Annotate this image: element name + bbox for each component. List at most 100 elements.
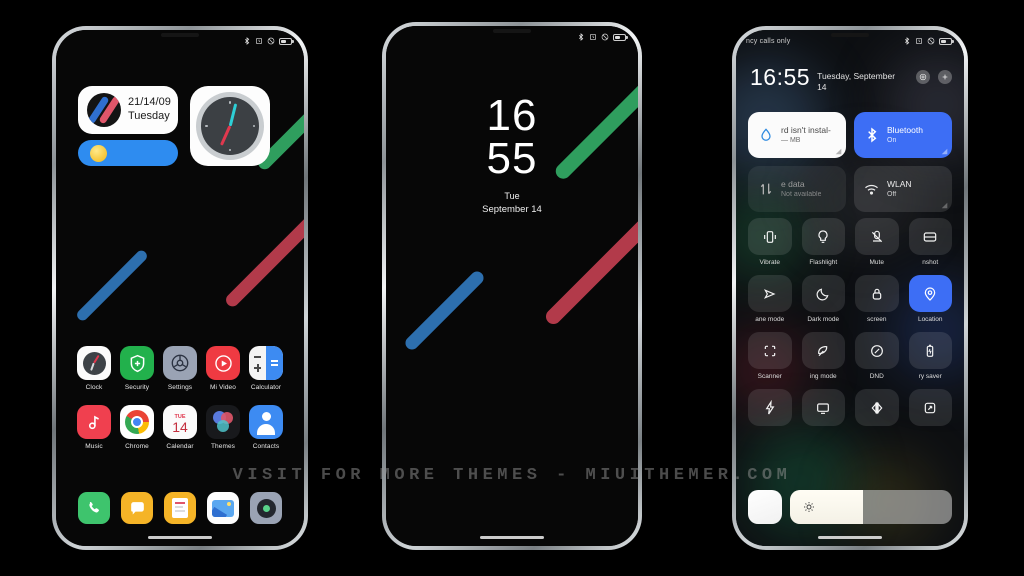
stripe-red bbox=[223, 193, 304, 310]
home-indicator[interactable] bbox=[818, 536, 882, 539]
data-drop-icon bbox=[757, 127, 774, 144]
app-music[interactable]: Music bbox=[77, 405, 111, 450]
app-themes[interactable]: Themes bbox=[206, 405, 240, 450]
phone-device-control-center: ncy calls only 16:55 Tuesday, September … bbox=[732, 26, 968, 550]
toggle-battery-saver[interactable]: ry saver bbox=[908, 332, 952, 380]
weather-widget[interactable] bbox=[78, 140, 178, 166]
toggle-airplane-mode[interactable]: ane mode bbox=[748, 275, 792, 323]
vibrate-icon bbox=[748, 218, 792, 255]
app-label: Chrome bbox=[125, 443, 149, 450]
gear-icon bbox=[163, 346, 197, 380]
phone2-screen: 16 55 Tue September 14 bbox=[386, 26, 638, 546]
tile-storage[interactable]: rd isn't instal- — MB bbox=[748, 112, 846, 158]
app-label: Settings bbox=[167, 384, 193, 391]
clock-icon bbox=[77, 346, 111, 380]
toggle-cast[interactable] bbox=[801, 389, 845, 430]
lockscreen-minutes: 55 bbox=[486, 134, 538, 184]
clock-dial bbox=[196, 92, 264, 160]
screenshot-stage: 21/14/09 Tuesday Clock Security Settings… bbox=[0, 0, 1024, 576]
sun-icon bbox=[804, 502, 814, 512]
settings-button[interactable] bbox=[916, 70, 930, 84]
lockscreen-weekday: Tue bbox=[504, 191, 520, 202]
app-chrome[interactable]: Chrome bbox=[120, 405, 154, 450]
toggle-rotate[interactable] bbox=[908, 389, 952, 430]
app-mi-video[interactable]: Mi Video bbox=[206, 346, 240, 391]
toggle-contrast[interactable] bbox=[855, 389, 899, 430]
sun-icon bbox=[90, 144, 107, 162]
phone-icon[interactable] bbox=[78, 492, 110, 524]
toggle-mute[interactable]: Mute bbox=[855, 218, 899, 266]
app-calculator[interactable]: Calculator bbox=[249, 346, 283, 391]
toggle-dnd[interactable]: DND bbox=[855, 332, 899, 380]
mute-icon bbox=[855, 218, 899, 255]
toggle-label: ry saver bbox=[918, 373, 942, 380]
widget-day: Tuesday bbox=[128, 110, 170, 122]
app-label: Music bbox=[85, 443, 103, 450]
cc-clock-row: 16:55 Tuesday, September 14 bbox=[750, 66, 952, 93]
app-label: Mi Video bbox=[210, 384, 236, 391]
lock-icon bbox=[855, 275, 899, 312]
control-center: 16:55 Tuesday, September 14 rd isn't ins… bbox=[736, 30, 964, 546]
contacts-icon bbox=[249, 405, 283, 439]
expand-corner-icon[interactable] bbox=[941, 148, 948, 155]
tile-bluetooth[interactable]: Bluetooth On bbox=[854, 112, 952, 158]
toggle-flashlight[interactable]: Flashlight bbox=[801, 218, 845, 266]
wifi-icon bbox=[863, 181, 880, 198]
app-contacts[interactable]: Contacts bbox=[249, 405, 283, 450]
app-label: Security bbox=[124, 384, 150, 391]
toggle-screenshot[interactable]: nshot bbox=[908, 218, 952, 266]
dock bbox=[56, 492, 304, 524]
phone3-screen: ncy calls only 16:55 Tuesday, September … bbox=[736, 30, 964, 546]
bolt-icon bbox=[748, 389, 792, 426]
stripe-blue bbox=[74, 248, 150, 323]
date-widget[interactable]: 21/14/09 Tuesday bbox=[78, 86, 178, 134]
message-icon[interactable] bbox=[121, 492, 153, 524]
notes-icon[interactable] bbox=[164, 492, 196, 524]
rotate-icon bbox=[908, 389, 952, 426]
volume-button[interactable] bbox=[748, 490, 782, 524]
expand-corner-icon[interactable] bbox=[835, 148, 842, 155]
gallery-icon[interactable] bbox=[207, 492, 239, 524]
add-button[interactable] bbox=[938, 70, 952, 84]
toggle-label: screen bbox=[866, 316, 887, 323]
analog-clock-widget[interactable] bbox=[190, 86, 270, 166]
toggle-vibrate[interactable]: Vibrate bbox=[748, 218, 792, 266]
app-clock[interactable]: Clock bbox=[77, 346, 111, 391]
cc-big-tiles: rd isn't instal- — MB Bluetooth On e dat… bbox=[748, 112, 952, 212]
stripe-blue bbox=[402, 268, 487, 353]
cc-slider-row bbox=[748, 490, 952, 524]
toggle-dark-mode[interactable]: Dark mode bbox=[801, 275, 845, 323]
toggle-lock-screen[interactable]: screen bbox=[855, 275, 899, 323]
tile-title: e data bbox=[781, 178, 805, 189]
calendar-icon: TUE 14 bbox=[163, 405, 197, 439]
flashlight-icon bbox=[801, 218, 845, 255]
app-row-1: Clock Security Settings Mi Video Calcula… bbox=[56, 346, 304, 391]
home-indicator[interactable] bbox=[148, 536, 212, 539]
tile-sub: Not available bbox=[781, 190, 822, 198]
app-settings[interactable]: Settings bbox=[163, 346, 197, 391]
toggle-label: nshot bbox=[922, 259, 939, 266]
lockscreen-hours: 16 bbox=[486, 91, 538, 140]
tile-sub: — MB bbox=[781, 136, 801, 144]
tile-wlan[interactable]: WLAN Off bbox=[854, 166, 952, 212]
phone3-notch bbox=[736, 30, 964, 44]
brightness-slider[interactable] bbox=[790, 490, 952, 524]
app-calendar[interactable]: TUE 14 Calendar bbox=[163, 405, 197, 450]
tile-mobile-data[interactable]: e data Not available bbox=[748, 166, 846, 212]
toggle-reading-mode[interactable]: ing mode bbox=[801, 332, 845, 380]
camera-icon[interactable] bbox=[250, 492, 282, 524]
phone-device-home: 21/14/09 Tuesday Clock Security Settings… bbox=[52, 26, 308, 550]
airplane-icon bbox=[748, 275, 792, 312]
app-security[interactable]: Security bbox=[120, 346, 154, 391]
toggle-bolt[interactable] bbox=[748, 389, 792, 430]
expand-corner-icon[interactable] bbox=[941, 202, 948, 209]
mobile-data-icon bbox=[757, 181, 774, 198]
home-indicator[interactable] bbox=[480, 536, 544, 539]
lockscreen-clock: 16 55 Tue September 14 bbox=[386, 91, 638, 215]
toggle-label: ane mode bbox=[755, 316, 785, 323]
toggle-location[interactable]: Location bbox=[908, 275, 952, 323]
screenshot-icon bbox=[908, 218, 952, 255]
app-label: Contacts bbox=[252, 443, 280, 450]
scanner-icon bbox=[748, 332, 792, 369]
toggle-scanner[interactable]: Scanner bbox=[748, 332, 792, 380]
